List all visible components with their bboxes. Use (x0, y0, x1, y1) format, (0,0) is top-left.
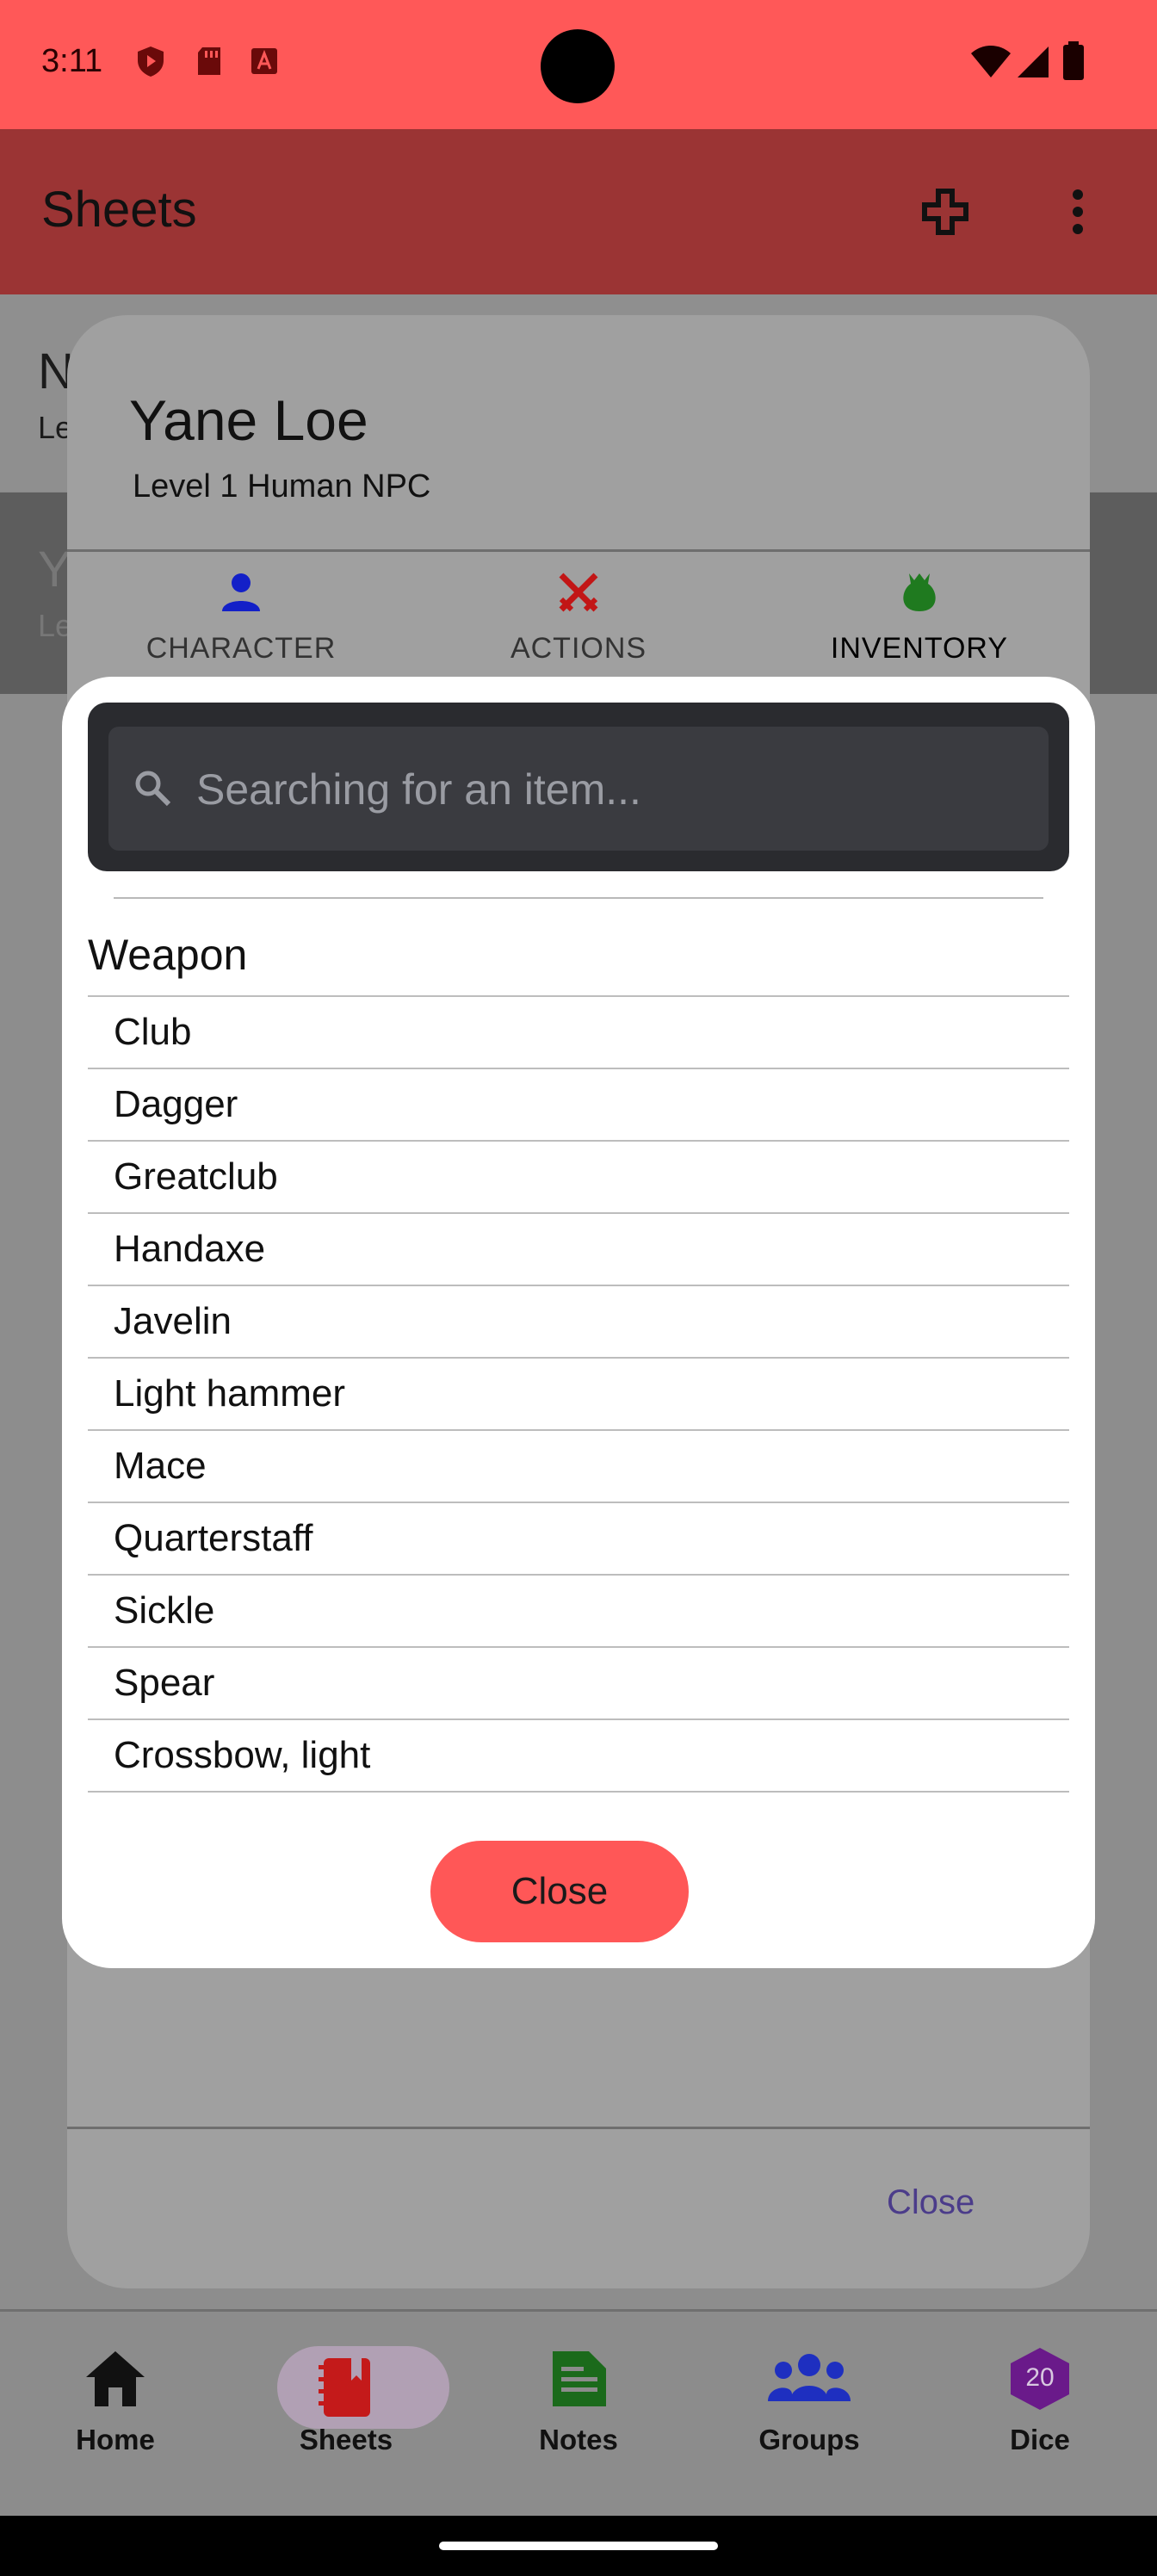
list-item[interactable]: Greatclub (88, 1140, 1069, 1212)
nav-dice[interactable]: 20 Dice (954, 2346, 1126, 2456)
tab-inventory[interactable]: INVENTORY (790, 570, 1049, 666)
note-icon (553, 2351, 606, 2406)
tab-label: INVENTORY (830, 632, 1009, 665)
list-item[interactable]: Mace (88, 1429, 1069, 1502)
tab-label: ACTIONS (510, 632, 647, 665)
signal-icon (1018, 46, 1049, 77)
dice-badge: 20 (1025, 2363, 1055, 2392)
shield-play-icon (138, 46, 164, 77)
list-item[interactable]: Crossbow, light (88, 1718, 1069, 1793)
search-input[interactable] (195, 752, 1024, 827)
add-icon[interactable] (921, 188, 969, 236)
nav-home[interactable]: Home (29, 2346, 201, 2456)
category-header: Weapon (88, 931, 248, 979)
list-item[interactable]: Club (88, 995, 1069, 1068)
nav-label: Dice (1010, 2424, 1070, 2455)
search-icon (135, 771, 171, 807)
system-nav-bar (0, 2516, 1157, 2576)
nav-label: Notes (539, 2424, 618, 2455)
list-item[interactable]: Javelin (88, 1285, 1069, 1357)
character-name: Yane Loe (129, 388, 368, 452)
list-item[interactable]: Dagger (88, 1068, 1069, 1140)
home-handle[interactable] (439, 2542, 718, 2550)
tab-actions[interactable]: ACTIONS (449, 570, 708, 666)
list-item[interactable]: Handaxe (88, 1212, 1069, 1285)
status-bar: 3:11 (0, 0, 1157, 129)
tab-character[interactable]: CHARACTER (112, 570, 370, 666)
groups-icon (768, 2354, 851, 2401)
more-vert-icon[interactable] (1067, 188, 1088, 236)
list-item[interactable]: Spear (88, 1646, 1069, 1718)
bottom-navigation: Home Sheets Notes Groups 20 Dice (0, 2309, 1157, 2518)
search-container (88, 703, 1069, 871)
item-list: Club Dagger Greatclub Handaxe Javelin Li… (88, 995, 1069, 1793)
person-icon (222, 573, 260, 611)
nav-notes[interactable]: Notes (492, 2346, 665, 2456)
sd-card-icon (198, 47, 220, 75)
list-item[interactable]: Sickle (88, 1574, 1069, 1646)
wifi-icon (971, 46, 1011, 77)
app-bar: Sheets (0, 129, 1157, 294)
search-bar[interactable] (108, 727, 1049, 851)
home-icon (86, 2351, 145, 2406)
item-picker-dialog: Weapon Club Dagger Greatclub Handaxe Jav… (62, 677, 1095, 1968)
close-button[interactable]: Close (430, 1841, 689, 1942)
list-item[interactable]: Quarterstaff (88, 1502, 1069, 1574)
nav-groups[interactable]: Groups (723, 2346, 895, 2456)
divider (67, 2127, 1090, 2129)
sheet-close-button[interactable]: Close (887, 2183, 974, 2222)
bag-icon (903, 573, 936, 611)
nav-label: Home (76, 2424, 155, 2455)
nav-label: Groups (758, 2424, 860, 2455)
app-bar-title: Sheets (41, 182, 197, 238)
status-time: 3:11 (41, 43, 103, 79)
crossed-swords-icon (559, 573, 598, 612)
battery-icon (1063, 41, 1084, 80)
list-item[interactable]: Light hammer (88, 1357, 1069, 1429)
divider (114, 897, 1043, 899)
tab-label: CHARACTER (145, 632, 337, 665)
book-icon (319, 2358, 370, 2417)
nav-sheets[interactable]: Sheets (260, 2346, 449, 2456)
list-item-title: Y (38, 542, 71, 598)
camera-cutout (541, 29, 615, 103)
divider (67, 549, 1090, 552)
character-subtitle: Level 1 Human NPC (133, 468, 431, 505)
app-a-icon (251, 48, 277, 74)
